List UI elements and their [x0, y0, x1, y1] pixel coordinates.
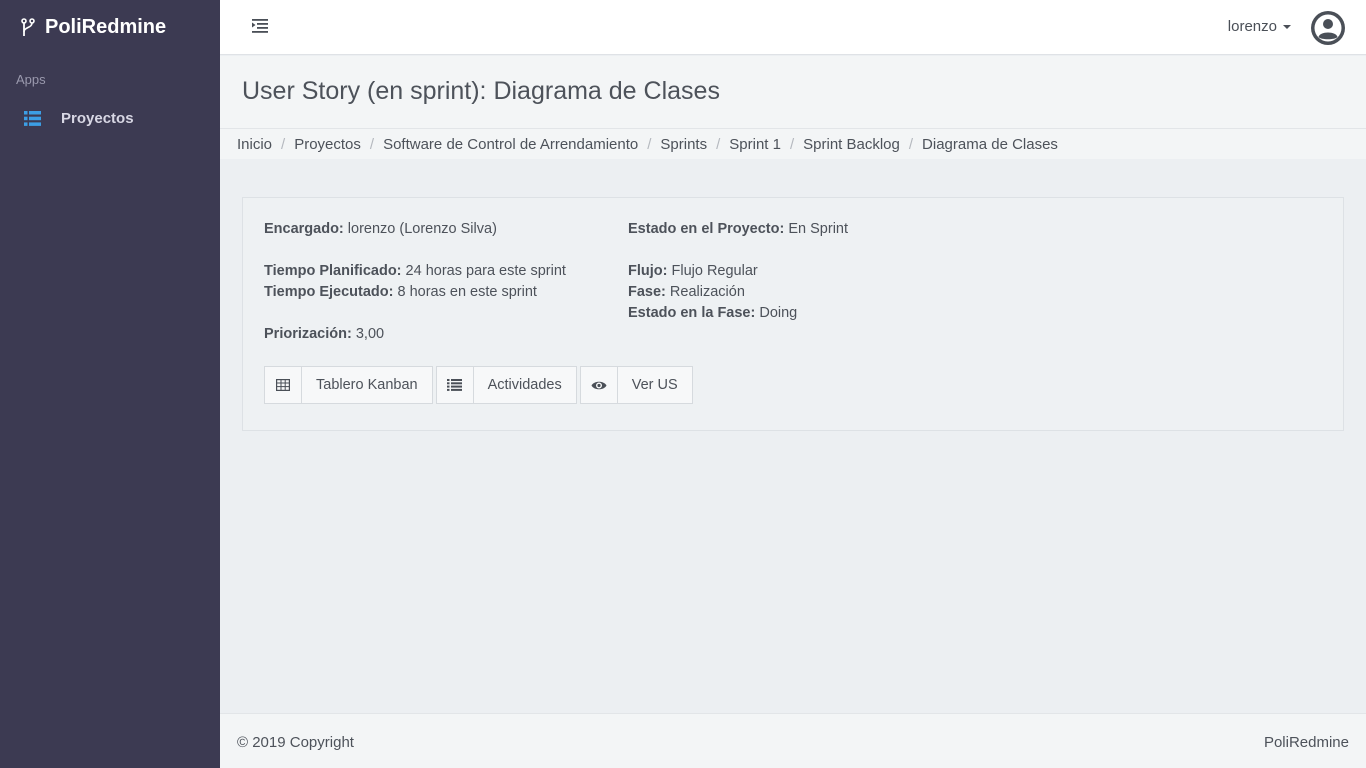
- breadcrumb-separator: /: [281, 135, 286, 153]
- detail-value: 3,00: [355, 326, 385, 342]
- detail-label: Estado en el Proyecto:: [628, 221, 785, 237]
- detail-value: 8 horas en este sprint: [397, 284, 537, 300]
- user-avatar-icon[interactable]: [1310, 10, 1346, 46]
- breadcrumb-sprint[interactable]: Sprint 1: [729, 136, 781, 153]
- sidebar-item-label: Proyectos: [61, 109, 134, 127]
- detail-label: Flujo:: [628, 263, 668, 279]
- page-header: User Story (en sprint): Diagrama de Clas…: [220, 56, 1366, 128]
- sidebar-item-proyectos[interactable]: Proyectos: [0, 107, 220, 129]
- detail-value: Realización: [669, 284, 745, 300]
- eye-icon: [581, 367, 618, 403]
- detail-value: En Sprint: [788, 221, 849, 237]
- brand-name: PoliRedmine: [45, 16, 167, 38]
- breadcrumb-separator: /: [789, 135, 795, 153]
- breadcrumb-sprint-backlog[interactable]: Sprint Backlog: [803, 136, 900, 153]
- actividades-button[interactable]: Actividades: [435, 366, 577, 404]
- details-right: Estado en el Proyecto: En Sprint Flujo: …: [628, 219, 848, 324]
- sidebar-toggle-icon[interactable]: [252, 18, 269, 33]
- detail-priorizacion: Priorización: 3,00: [264, 324, 566, 345]
- detail-estado-proyecto: Estado en el Proyecto: En Sprint: [628, 219, 848, 240]
- detail-label: Tiempo Planificado:: [264, 263, 402, 279]
- detail-tiempo-ejecutado: Tiempo Ejecutado: 8 horas en este sprint: [264, 282, 566, 303]
- detail-label: Priorización:: [264, 326, 352, 342]
- button-label: Ver US: [631, 377, 678, 393]
- detail-label: Fase:: [628, 284, 666, 300]
- breadcrumb-proyecto[interactable]: Software de Control de Arrendamiento: [383, 136, 638, 153]
- brand[interactable]: PoliRedmine: [0, 0, 220, 55]
- breadcrumb-separator: /: [908, 135, 914, 153]
- detail-fase: Fase: Realización: [628, 282, 848, 303]
- topbar: lorenzo: [220, 0, 1366, 55]
- nav-section-apps: Apps: [16, 72, 46, 87]
- breadcrumb: Inicio / Proyectos / Software de Control…: [220, 128, 1366, 159]
- detail-flujo: Flujo: Flujo Regular: [628, 261, 848, 282]
- details-left: Encargado: lorenzo (Lorenzo Silva) Tiemp…: [264, 219, 566, 345]
- detail-tiempo-planificado: Tiempo Planificado: 24 horas para este s…: [264, 261, 566, 282]
- caret-down-icon: [1283, 24, 1291, 29]
- button-label: Tablero Kanban: [316, 377, 418, 393]
- tablero-kanban-button[interactable]: Tablero Kanban: [264, 366, 433, 404]
- user-story-card: Encargado: lorenzo (Lorenzo Silva) Tiemp…: [242, 197, 1344, 431]
- footer: © 2019 Copyright PoliRedmine: [220, 713, 1366, 768]
- detail-estado-fase: Estado en la Fase: Doing: [628, 303, 848, 324]
- breadcrumb-separator: /: [647, 135, 652, 153]
- ver-us-button[interactable]: Ver US: [579, 366, 693, 404]
- detail-label: Estado en la Fase:: [628, 305, 756, 321]
- branch-icon: [20, 17, 36, 38]
- detail-value: Doing: [759, 305, 798, 321]
- button-label: Actividades: [487, 377, 562, 393]
- detail-encargado: Encargado: lorenzo (Lorenzo Silva): [264, 219, 566, 240]
- detail-value: 24 horas para este sprint: [405, 263, 566, 279]
- detail-label: Tiempo Ejecutado:: [264, 284, 394, 300]
- user-menu[interactable]: lorenzo: [1228, 18, 1291, 35]
- footer-copyright: © 2019 Copyright: [237, 734, 354, 751]
- list-icon: [24, 110, 41, 126]
- detail-label: Encargado:: [264, 221, 344, 237]
- breadcrumb-current: Diagrama de Clases: [922, 135, 1058, 153]
- footer-brand: PoliRedmine: [1263, 734, 1349, 751]
- detail-value: Flujo Regular: [671, 263, 758, 279]
- breadcrumb-separator: /: [369, 135, 375, 153]
- detail-value: lorenzo (Lorenzo Silva): [347, 221, 497, 237]
- breadcrumb-proyectos[interactable]: Proyectos: [294, 136, 361, 153]
- table-icon: [265, 367, 302, 403]
- action-buttons: Tablero Kanban Actividades Ver US: [264, 366, 696, 404]
- list-icon: [437, 367, 474, 403]
- username: lorenzo: [1227, 18, 1277, 35]
- page-title: User Story (en sprint): Diagrama de Clas…: [242, 77, 720, 105]
- sidebar: PoliRedmine Apps Proyectos: [0, 0, 220, 768]
- breadcrumb-inicio[interactable]: Inicio: [237, 136, 272, 153]
- breadcrumb-sprints[interactable]: Sprints: [660, 136, 707, 153]
- breadcrumb-separator: /: [716, 135, 721, 153]
